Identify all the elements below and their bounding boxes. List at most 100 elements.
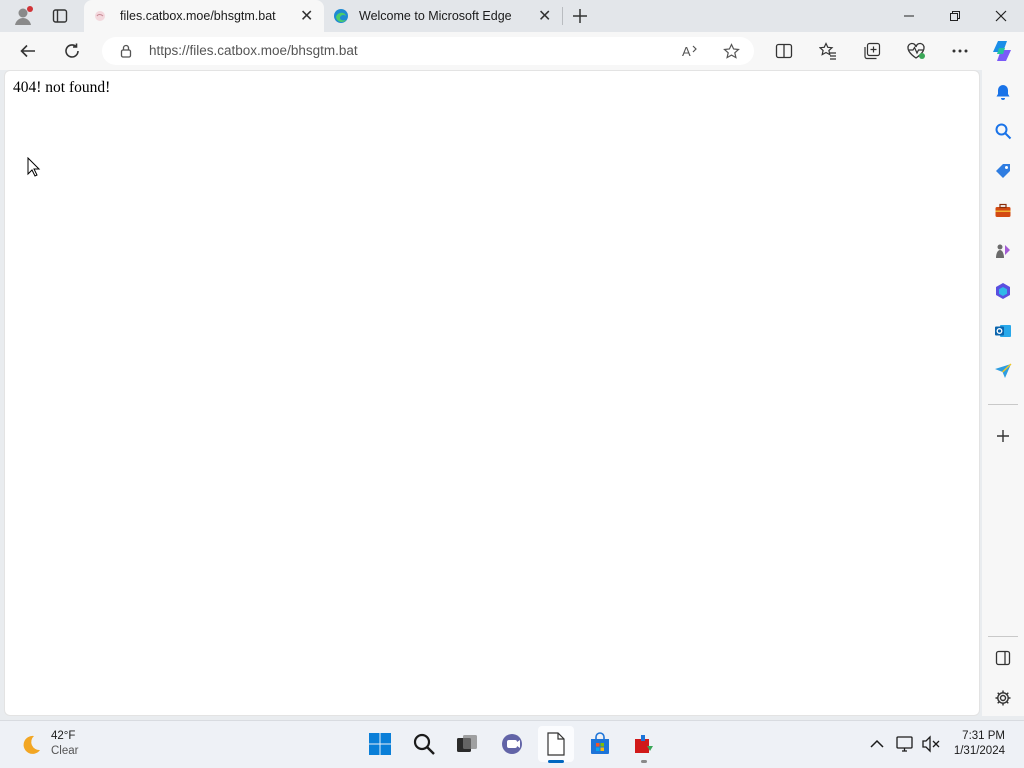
star-icon [722,42,740,59]
app-icon [635,735,653,753]
restore-button[interactable] [932,0,978,32]
tab-title: files.catbox.moe/bhsgtm.bat [120,9,276,23]
tab-inactive[interactable]: Welcome to Microsoft Edge ✕ [324,0,562,32]
back-arrow-icon [20,44,35,58]
send-icon [995,363,1012,378]
close-window-button[interactable] [978,0,1024,32]
minimize-icon [904,15,914,17]
network-button[interactable] [893,733,917,755]
store-icon [591,732,609,754]
close-icon [995,10,1007,22]
moon-icon [23,735,40,754]
clock-date: 1/31/2024 [953,745,1005,757]
start-button[interactable] [362,726,398,762]
active-indicator [548,760,564,763]
clock[interactable]: 7:31 PM 1/31/2024 [946,727,1010,763]
heart-pulse-icon [907,42,925,59]
volume-muted-icon [922,735,940,753]
weather-temp: 42°F [51,730,76,742]
tab-close-button[interactable]: ✕ [538,6,551,26]
edge-logo-icon [334,9,348,23]
copilot-icon [993,41,1011,61]
teams-chat-button[interactable] [494,726,530,762]
weather-widget[interactable]: 42°F Clear [16,727,136,763]
address-bar[interactable]: https://files.catbox.moe/bhsgtm.bat A [102,37,754,65]
edge-sidebar [982,70,1024,716]
copilot-button[interactable] [986,32,1018,70]
outlook-icon [995,325,1011,337]
profile-icon [15,6,33,25]
sidebar-settings-button[interactable] [988,683,1018,713]
tab-close-button[interactable]: ✕ [300,6,313,26]
sidebar-tools-button[interactable] [988,196,1018,226]
taskbar-file-button[interactable] [538,726,574,763]
sidebar-shopping-button[interactable] [988,156,1018,186]
page-viewport[interactable]: 404! not found! [4,70,980,716]
plus-icon [997,430,1009,442]
refresh-icon [65,43,79,58]
tab-favicon-icon [95,11,105,21]
games-icon [996,244,1010,258]
chevron-up-icon [870,739,884,748]
tab-actions-icon [52,9,68,23]
minimize-button[interactable] [886,0,932,32]
running-indicator [641,760,647,763]
settings-more-button[interactable] [944,32,976,70]
search-icon [413,733,435,755]
more-icon [952,49,968,53]
weather-condition: Clear [51,745,79,757]
shopping-tag-icon [996,164,1010,178]
tab-active[interactable]: files.catbox.moe/bhsgtm.bat ✕ [84,0,324,32]
task-view-button[interactable] [449,726,485,762]
search-icon [995,123,1012,140]
restore-icon [950,11,960,21]
taskbar-search-button[interactable] [406,726,442,762]
plus-icon [573,9,587,23]
sidebar-toggle-icon [995,650,1011,666]
address-text[interactable]: https://files.catbox.moe/bhsgtm.bat [149,37,358,65]
profile-button[interactable] [8,2,38,30]
navigation-toolbar: https://files.catbox.moe/bhsgtm.bat A [0,32,1024,70]
split-screen-icon [775,43,793,59]
performance-button[interactable] [900,32,932,70]
volume-button[interactable] [919,733,943,755]
sidebar-microsoft365-button[interactable] [988,276,1018,306]
settings-icon [995,690,1011,706]
collections-button[interactable] [856,32,888,70]
tab-divider [562,7,563,25]
sidebar-drop-button[interactable] [988,356,1018,386]
back-button[interactable] [12,32,44,70]
taskbar: 42°F Clear 7:31 PM 1/31/2024 [0,720,1024,768]
tab-strip: files.catbox.moe/bhsgtm.bat ✕ Welcome to… [0,0,1024,32]
sidebar-add-button[interactable] [988,421,1018,451]
network-icon [896,736,913,752]
error-message: 404! not found! [13,79,111,96]
read-aloud-icon: A [682,44,697,59]
favorite-button[interactable] [720,41,742,61]
sidebar-outlook-button[interactable] [988,316,1018,346]
toolbox-icon [995,203,1011,217]
split-screen-button[interactable] [768,32,800,70]
taskbar-app-button[interactable] [626,726,662,763]
bell-icon [996,85,1010,100]
read-aloud-button[interactable]: A [680,41,702,61]
tab-title: Welcome to Microsoft Edge [359,9,512,23]
teams-icon [502,734,522,754]
tab-actions-button[interactable] [46,2,74,30]
sidebar-hide-button[interactable] [988,643,1018,673]
file-icon [547,732,565,756]
lock-icon[interactable] [119,44,133,58]
task-view-icon [457,735,477,752]
refresh-button[interactable] [56,32,88,70]
start-icon [369,733,391,755]
show-hidden-icons-button[interactable] [866,733,888,755]
sidebar-divider [988,404,1018,405]
microsoft365-icon [996,283,1010,299]
favorites-button[interactable] [812,32,844,70]
sidebar-games-button[interactable] [988,236,1018,266]
new-tab-button[interactable] [566,2,594,30]
store-button[interactable] [582,726,618,762]
sidebar-search-button[interactable] [988,116,1018,146]
sidebar-notifications-button[interactable] [988,77,1018,107]
favorites-icon [819,42,836,60]
